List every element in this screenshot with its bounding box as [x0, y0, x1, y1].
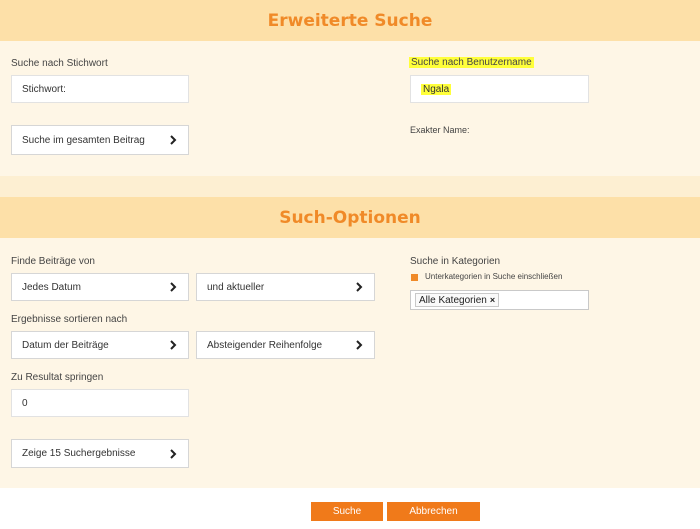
chevron-right-icon: [168, 281, 178, 293]
search-scope-value: Suche im gesamten Beitrag: [22, 134, 145, 146]
keyword-input[interactable]: Stichwort:: [11, 75, 189, 103]
jump-input[interactable]: 0: [11, 389, 189, 417]
search-button[interactable]: Suche: [311, 502, 383, 521]
remove-tag-icon[interactable]: ×: [490, 295, 495, 305]
chevron-right-icon: [168, 339, 178, 351]
date-direction-select[interactable]: und aktueller: [196, 273, 375, 301]
username-label: Suche nach Benutzername: [409, 57, 534, 68]
page-title: Erweiterte Suche: [0, 0, 700, 41]
order-select-value: Absteigender Reihenfolge: [207, 339, 323, 351]
section-divider: [0, 176, 700, 197]
chevron-right-icon: [168, 134, 178, 146]
chevron-right-icon: [354, 339, 364, 351]
exact-name-label: Exakter Name:: [410, 125, 470, 135]
subcategories-checkbox[interactable]: [411, 274, 418, 281]
sort-select-value: Datum der Beiträge: [22, 339, 109, 351]
results-count-select[interactable]: Zeige 15 Suchergebnisse: [11, 439, 189, 468]
username-input[interactable]: Ngala: [410, 75, 589, 103]
cancel-button[interactable]: Abbrechen: [387, 502, 480, 521]
category-tag: Alle Kategorien ×: [415, 293, 500, 307]
search-scope-select[interactable]: Suche im gesamten Beitrag: [11, 125, 189, 155]
chevron-right-icon: [354, 281, 364, 293]
date-direction-value: und aktueller: [207, 281, 265, 293]
results-count-value: Zeige 15 Suchergebnisse: [22, 448, 136, 459]
date-select[interactable]: Jedes Datum: [11, 273, 189, 301]
find-posts-label: Finde Beiträge von: [11, 256, 95, 267]
jump-label: Zu Resultat springen: [11, 372, 104, 383]
chevron-right-icon: [168, 448, 178, 460]
categories-label: Suche in Kategorien: [410, 256, 501, 267]
username-value: Ngala: [421, 83, 452, 95]
subcategories-label: Unterkategorien in Suche einschließen: [425, 272, 563, 281]
keyword-label: Suche nach Stichwort: [11, 58, 108, 69]
options-title: Such-Optionen: [0, 197, 700, 238]
sort-label: Ergebnisse sortieren nach: [11, 314, 128, 325]
category-tag-label: Alle Kategorien: [419, 294, 487, 306]
order-select[interactable]: Absteigender Reihenfolge: [196, 331, 375, 359]
sort-select[interactable]: Datum der Beiträge: [11, 331, 189, 359]
date-select-value: Jedes Datum: [22, 281, 81, 293]
category-select[interactable]: Alle Kategorien ×: [410, 290, 589, 310]
